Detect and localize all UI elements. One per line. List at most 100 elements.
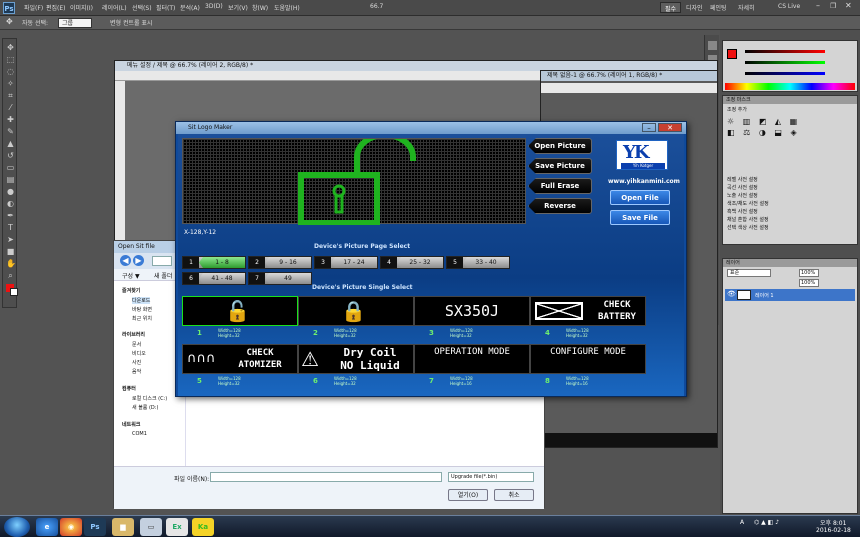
blur-icon[interactable]: ● (6, 187, 15, 196)
path-select-icon[interactable]: ➤ (6, 235, 15, 244)
nav-drive-c[interactable]: 로컬 디스크 (C:) (132, 395, 167, 402)
dodge-icon[interactable]: ◐ (6, 199, 15, 208)
nav-pictures[interactable]: 사진 (132, 359, 141, 366)
organize-button[interactable]: 구성 ▼ (122, 271, 140, 280)
crop-icon[interactable]: ⌗ (6, 91, 15, 100)
menu-layer[interactable]: 레이어(L) (102, 3, 127, 12)
minimize-icon[interactable]: – (816, 1, 820, 10)
zoom-tool-icon[interactable]: ⌕ (6, 271, 15, 280)
preset-item[interactable]: 레벨 사전 설정 (727, 176, 807, 184)
type-icon[interactable]: T (6, 223, 15, 232)
open-file-button[interactable]: Open File (610, 190, 670, 205)
layer-row[interactable]: 👁 레이어 1 (725, 289, 855, 301)
nav-libraries[interactable]: 라이브러리 (122, 331, 145, 338)
workspace-painting[interactable]: 페인팅 (710, 3, 727, 12)
menu-3d[interactable]: 3D(D) (205, 3, 223, 10)
tab-layers[interactable]: 레이어 (723, 259, 857, 267)
preset-item[interactable]: 채널 혼합 사전 설정 (727, 216, 807, 224)
preset-item[interactable]: 선택 색상 사전 설정 (727, 224, 807, 232)
picture-tile-7[interactable]: OPERATION MODE (414, 344, 530, 374)
cancel-button[interactable]: 취소 (494, 489, 534, 501)
cs-live[interactable]: CS Live (778, 3, 800, 10)
menu-filter[interactable]: 필터(T) (156, 3, 175, 12)
preset-item[interactable]: 노출 사전 설정 (727, 192, 807, 200)
app-icon-ex[interactable]: Ex (166, 518, 188, 536)
filename-input[interactable] (210, 472, 442, 482)
nav-drive-d[interactable]: 새 볼륨 (D:) (132, 404, 158, 411)
kakaotalk-icon[interactable]: Ka (192, 518, 214, 536)
language-indicator[interactable]: A (740, 519, 744, 526)
move-tool-icon[interactable]: ✥ (6, 17, 13, 26)
back-icon[interactable]: ◀ (120, 255, 131, 266)
explorer-icon[interactable]: ▆ (112, 518, 134, 536)
page-button-5[interactable]: 5 33 - 40 (446, 256, 510, 269)
picture-tile-4[interactable]: CHECK BATTERY (530, 296, 646, 326)
fill-input[interactable]: 100% (799, 279, 819, 287)
menu-file[interactable]: 파일(F) (24, 3, 43, 12)
start-button[interactable] (4, 517, 30, 537)
brush-icon[interactable]: ✎ (6, 127, 15, 136)
fg-swatch[interactable] (727, 49, 737, 59)
open-picture-button[interactable]: Open Picture (528, 138, 592, 154)
hand-icon[interactable]: ✋ (6, 259, 16, 268)
restore-icon[interactable]: ❐ (830, 2, 836, 10)
page-button-7[interactable]: 7 49 (248, 272, 312, 285)
background-color-swatch[interactable] (10, 288, 18, 296)
transform-controls-label[interactable]: 변형 컨트롤 표시 (110, 18, 152, 27)
nav-music[interactable]: 음악 (132, 368, 141, 375)
page-button-6[interactable]: 6 41 - 48 (182, 272, 246, 285)
picture-tile-3[interactable]: SX350J (414, 296, 530, 326)
close-icon[interactable]: ✕ (845, 1, 852, 10)
eraser-icon[interactable]: ▭ (6, 163, 15, 172)
nav-favorites[interactable]: 즐겨찾기 (122, 287, 140, 294)
move-icon[interactable]: ✥ (6, 43, 15, 52)
r-slider[interactable] (745, 50, 825, 53)
picture-tile-6[interactable]: ⚠ Dry Coil NO Liquid (298, 344, 414, 374)
preset-item[interactable]: 색조/채도 사전 설정 (727, 200, 807, 208)
adjustment-icons[interactable]: ☼ ▥ ◩ ◭ ▦ (723, 115, 857, 128)
gradient-icon[interactable]: ▤ (6, 175, 15, 184)
tray-icons[interactable]: ⌬ ▲ ◧ ♪ (754, 519, 779, 526)
nav-desktop[interactable]: 바탕 화면 (132, 306, 152, 313)
save-picture-button[interactable]: Save Picture (528, 158, 592, 174)
pixel-canvas[interactable] (182, 138, 526, 225)
clock-date[interactable]: 2016-02-18 (816, 527, 851, 534)
menu-view[interactable]: 보기(V) (228, 3, 248, 12)
address-bar[interactable] (152, 256, 172, 266)
menu-image[interactable]: 이미지(I) (70, 3, 93, 12)
nav-videos[interactable]: 비디오 (132, 350, 146, 357)
picture-tile-1[interactable]: 🔓 (182, 296, 298, 326)
nav-network[interactable]: 네트워크 (122, 421, 140, 428)
close-icon[interactable]: ✕ (658, 123, 682, 132)
new-folder-button[interactable]: 새 폴더 (154, 271, 172, 280)
eye-icon[interactable]: 👁 (727, 290, 736, 298)
chrome-icon[interactable]: ◉ (60, 518, 82, 536)
workspace-design[interactable]: 디자인 (686, 3, 703, 12)
shape-icon[interactable]: ■ (6, 247, 15, 256)
full-erase-button[interactable]: Full Erase (528, 178, 592, 194)
eyedropper-icon[interactable]: ⁄ (6, 103, 15, 112)
picture-tile-2[interactable]: 🔒 (298, 296, 414, 326)
clock-time[interactable]: 오후 8:01 (820, 518, 846, 527)
menu-select[interactable]: 선택(S) (132, 3, 152, 12)
marquee-icon[interactable]: ⬚ (6, 55, 15, 64)
wand-icon[interactable]: ✧ (6, 79, 15, 88)
page-button-2[interactable]: 29 - 16 (248, 256, 312, 269)
filetype-select[interactable]: Upgrade file(*.bin) (448, 472, 534, 482)
save-file-button[interactable]: Save File (610, 210, 670, 225)
ie-icon[interactable]: e (36, 518, 58, 536)
picture-tile-8[interactable]: CONFIGURE MODE (530, 344, 646, 374)
menu-edit[interactable]: 편집(E) (46, 3, 66, 12)
heal-icon[interactable]: ✚ (6, 115, 15, 124)
document-2-title[interactable]: 제목 없음-1 @ 66.7% (레이어 1, RGB/8) * (541, 71, 717, 81)
page-button-3[interactable]: 3 17 - 24 (314, 256, 378, 269)
preset-item[interactable]: 곡선 사전 설정 (727, 184, 807, 192)
forward-icon[interactable]: ▶ (133, 255, 144, 266)
menu-help[interactable]: 도움말(H) (274, 3, 300, 12)
minimize-icon[interactable]: – (642, 123, 656, 132)
page-button-1[interactable]: 11 - 8 (182, 256, 246, 269)
blend-mode-select[interactable]: 표준 (727, 269, 771, 277)
workspace-more[interactable]: 자세히 (738, 3, 755, 12)
photoshop-taskbar-icon[interactable]: Ps (84, 518, 106, 536)
nav-com1[interactable]: COM1 (132, 431, 147, 437)
